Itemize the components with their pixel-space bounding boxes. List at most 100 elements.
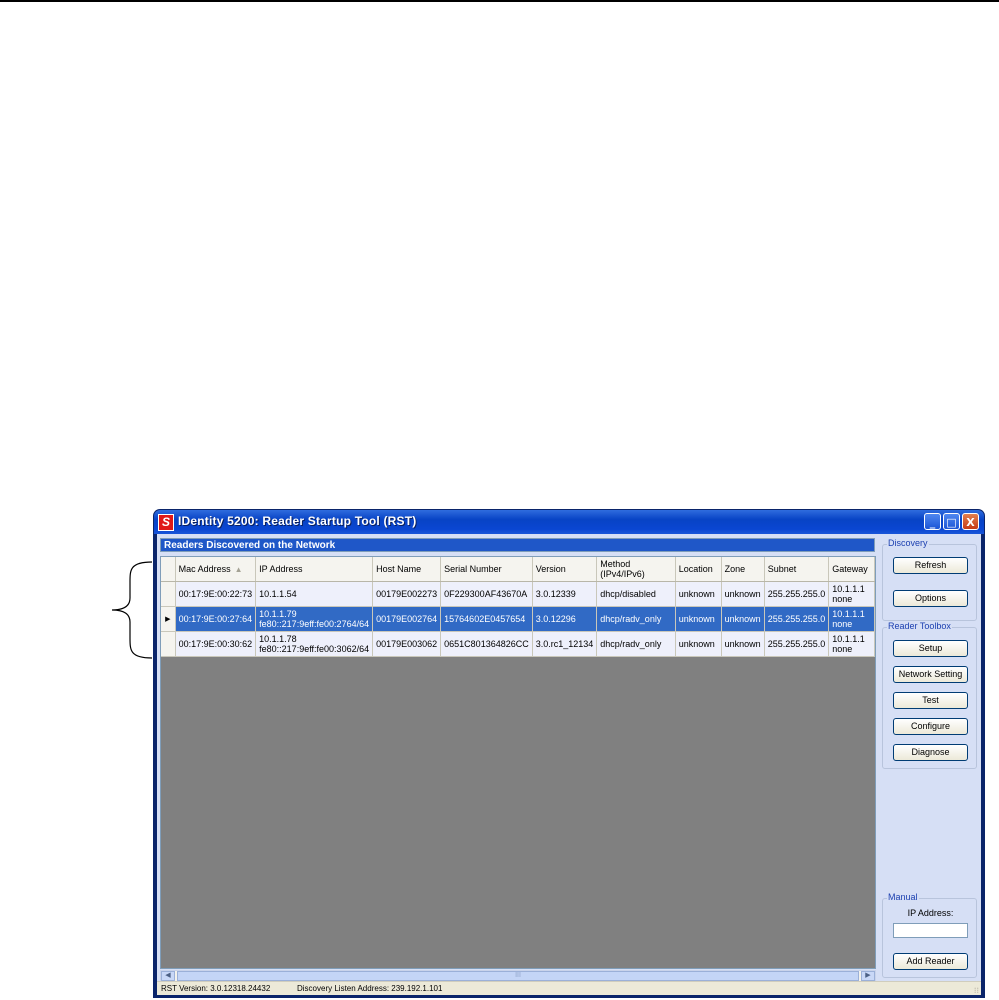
cell-gateway-ipv4: 10.1.1.1	[832, 609, 865, 619]
scroll-left-icon[interactable]: ◀	[161, 971, 175, 981]
refresh-button[interactable]: Refresh	[893, 557, 968, 574]
scroll-right-icon[interactable]: ▶	[861, 971, 875, 981]
top-rule	[0, 0, 999, 2]
cell-ipv4: 10.1.1.54	[259, 589, 297, 599]
readers-grid[interactable]: Mac Address ▲ IP Address Host Name Serial…	[160, 556, 876, 969]
table-row[interactable]: 00:17:9E:00:30:62 10.1.1.78 fe80::217:9ef…	[161, 631, 875, 657]
title-bar[interactable]: S IDentity 5200: Reader Startup Tool (RS…	[154, 510, 984, 534]
cell-method: dhcp/disabled	[596, 581, 676, 607]
sort-ascending-icon: ▲	[234, 564, 243, 574]
cell-method: dhcp/radv_only	[596, 606, 676, 632]
cell-host: 00179E002764	[372, 606, 442, 632]
close-button[interactable]: X	[962, 513, 979, 530]
readers-panel: Readers Discovered on the Network Mac Ad…	[157, 534, 879, 982]
row-selector[interactable]	[161, 581, 176, 607]
setup-button[interactable]: Setup	[893, 640, 968, 657]
cell-subnet: 255.255.255.0	[764, 631, 830, 657]
discovery-group-title: Discovery	[887, 538, 929, 548]
cell-gateway: 10.1.1.1 none	[828, 631, 875, 657]
col-header-method[interactable]: Method (IPv4/IPv6)	[596, 557, 676, 582]
cell-version: 3.0.12296	[532, 606, 598, 632]
cell-ipv6: fe80::217:9eff:fe00:2764/64	[259, 619, 370, 629]
cell-serial: 0F229300AF43670A	[440, 581, 533, 607]
cell-mac: 00:17:9E:00:27:64	[175, 606, 257, 632]
col-header-zone[interactable]: Zone	[721, 557, 765, 582]
cell-gateway-ipv4: 10.1.1.1	[832, 584, 865, 594]
rst-window: S IDentity 5200: Reader Startup Tool (RS…	[154, 510, 984, 997]
cell-location: unknown	[675, 631, 722, 657]
cell-gateway: 10.1.1.1 none	[828, 581, 875, 607]
discovery-group: Discovery Refresh Options	[882, 538, 977, 621]
col-header-label: Mac Address	[178, 563, 231, 574]
minimize-button[interactable]: _	[924, 513, 941, 530]
reader-toolbox-title: Reader Toolbox	[887, 621, 952, 631]
cell-gateway-ipv6: none	[832, 594, 853, 604]
cell-host: 00179E002273	[372, 581, 442, 607]
ip-address-input[interactable]	[893, 923, 968, 938]
diagnose-button[interactable]: Diagnose	[893, 744, 968, 761]
cell-gateway: 10.1.1.1 none	[828, 606, 875, 632]
cell-ipv4: 10.1.1.78	[259, 634, 297, 644]
col-header-host[interactable]: Host Name	[372, 557, 442, 582]
cell-gateway-ipv6: none	[832, 619, 853, 629]
add-reader-button[interactable]: Add Reader	[893, 953, 968, 970]
cell-subnet: 255.255.255.0	[764, 606, 830, 632]
col-header-mac[interactable]: Mac Address ▲	[175, 557, 257, 582]
status-bar: RST Version: 3.0.12318.24432 Discovery L…	[157, 981, 981, 995]
configure-button[interactable]: Configure	[893, 718, 968, 735]
network-setting-button[interactable]: Network Setting	[893, 666, 968, 683]
reader-toolbox-group: Reader Toolbox Setup Network Setting Tes…	[882, 621, 977, 769]
cell-host: 00179E003062	[372, 631, 442, 657]
rst-version-text: RST Version: 3.0.12318.24432	[161, 984, 271, 993]
cell-serial: 0651C801364826CC	[440, 631, 533, 657]
table-row-selected[interactable]: ▶ 00:17:9E:00:27:64 10.1.1.79 fe80::217:9…	[161, 606, 875, 632]
col-header-subnet[interactable]: Subnet	[764, 557, 830, 582]
cell-mac: 00:17:9E:00:22:73	[175, 581, 257, 607]
window-client: Readers Discovered on the Network Mac Ad…	[157, 534, 981, 995]
cell-ip: 10.1.1.78 fe80::217:9eff:fe00:3062/64	[255, 631, 374, 657]
window-title: IDentity 5200: Reader Startup Tool (RST)	[178, 514, 417, 528]
cell-gateway-ipv4: 10.1.1.1	[832, 634, 865, 644]
cell-version: 3.0.rc1_12134	[532, 631, 598, 657]
row-selector[interactable]	[161, 631, 176, 657]
cell-location: unknown	[675, 606, 722, 632]
resize-grip-icon[interactable]: ⁝⁝	[974, 984, 979, 997]
col-header-version[interactable]: Version	[532, 557, 598, 582]
actions-panel: Discovery Refresh Options Reader Toolbox…	[879, 534, 981, 981]
curly-brace-annotation	[111, 561, 153, 659]
row-header-corner	[161, 557, 176, 582]
cell-ip: 10.1.1.54	[255, 581, 374, 607]
current-row-arrow-icon: ▶	[165, 616, 171, 623]
manual-group-title: Manual	[887, 892, 919, 902]
cell-ipv4: 10.1.1.79	[259, 609, 297, 619]
readers-table: Mac Address ▲ IP Address Host Name Serial…	[161, 557, 875, 657]
cell-version: 3.0.12339	[532, 581, 598, 607]
manual-group: Manual IP Address: Add Reader	[882, 892, 977, 978]
ip-address-label: IP Address:	[907, 908, 954, 918]
grid-header-row: Mac Address ▲ IP Address Host Name Serial…	[161, 557, 875, 582]
scroll-thumb[interactable]: III	[177, 971, 859, 981]
cell-serial: 15764602E0457654	[440, 606, 533, 632]
cell-zone: unknown	[721, 631, 765, 657]
cell-gateway-ipv6: none	[832, 644, 853, 654]
options-button[interactable]: Options	[893, 590, 968, 607]
cell-subnet: 255.255.255.0	[764, 581, 830, 607]
cell-mac: 00:17:9E:00:30:62	[175, 631, 257, 657]
cell-method: dhcp/radv_only	[596, 631, 676, 657]
col-header-location[interactable]: Location	[675, 557, 722, 582]
col-header-serial[interactable]: Serial Number	[440, 557, 533, 582]
cell-zone: unknown	[721, 581, 765, 607]
listen-address-text: Discovery Listen Address: 239.192.1.101	[297, 984, 443, 993]
cell-zone: unknown	[721, 606, 765, 632]
cell-ip: 10.1.1.79 fe80::217:9eff:fe00:2764/64	[255, 606, 374, 632]
col-header-gateway[interactable]: Gateway	[828, 557, 875, 582]
test-button[interactable]: Test	[893, 692, 968, 709]
table-row[interactable]: 00:17:9E:00:22:73 10.1.1.54 00179E002273…	[161, 581, 875, 607]
maximize-button[interactable]: □	[943, 513, 960, 530]
app-logo-icon: S	[158, 514, 174, 531]
cell-ipv6: fe80::217:9eff:fe00:3062/64	[259, 644, 370, 654]
cell-location: unknown	[675, 581, 722, 607]
row-selector[interactable]: ▶	[161, 606, 176, 632]
grid-title: Readers Discovered on the Network	[160, 538, 875, 552]
col-header-ip[interactable]: IP Address	[255, 557, 374, 582]
